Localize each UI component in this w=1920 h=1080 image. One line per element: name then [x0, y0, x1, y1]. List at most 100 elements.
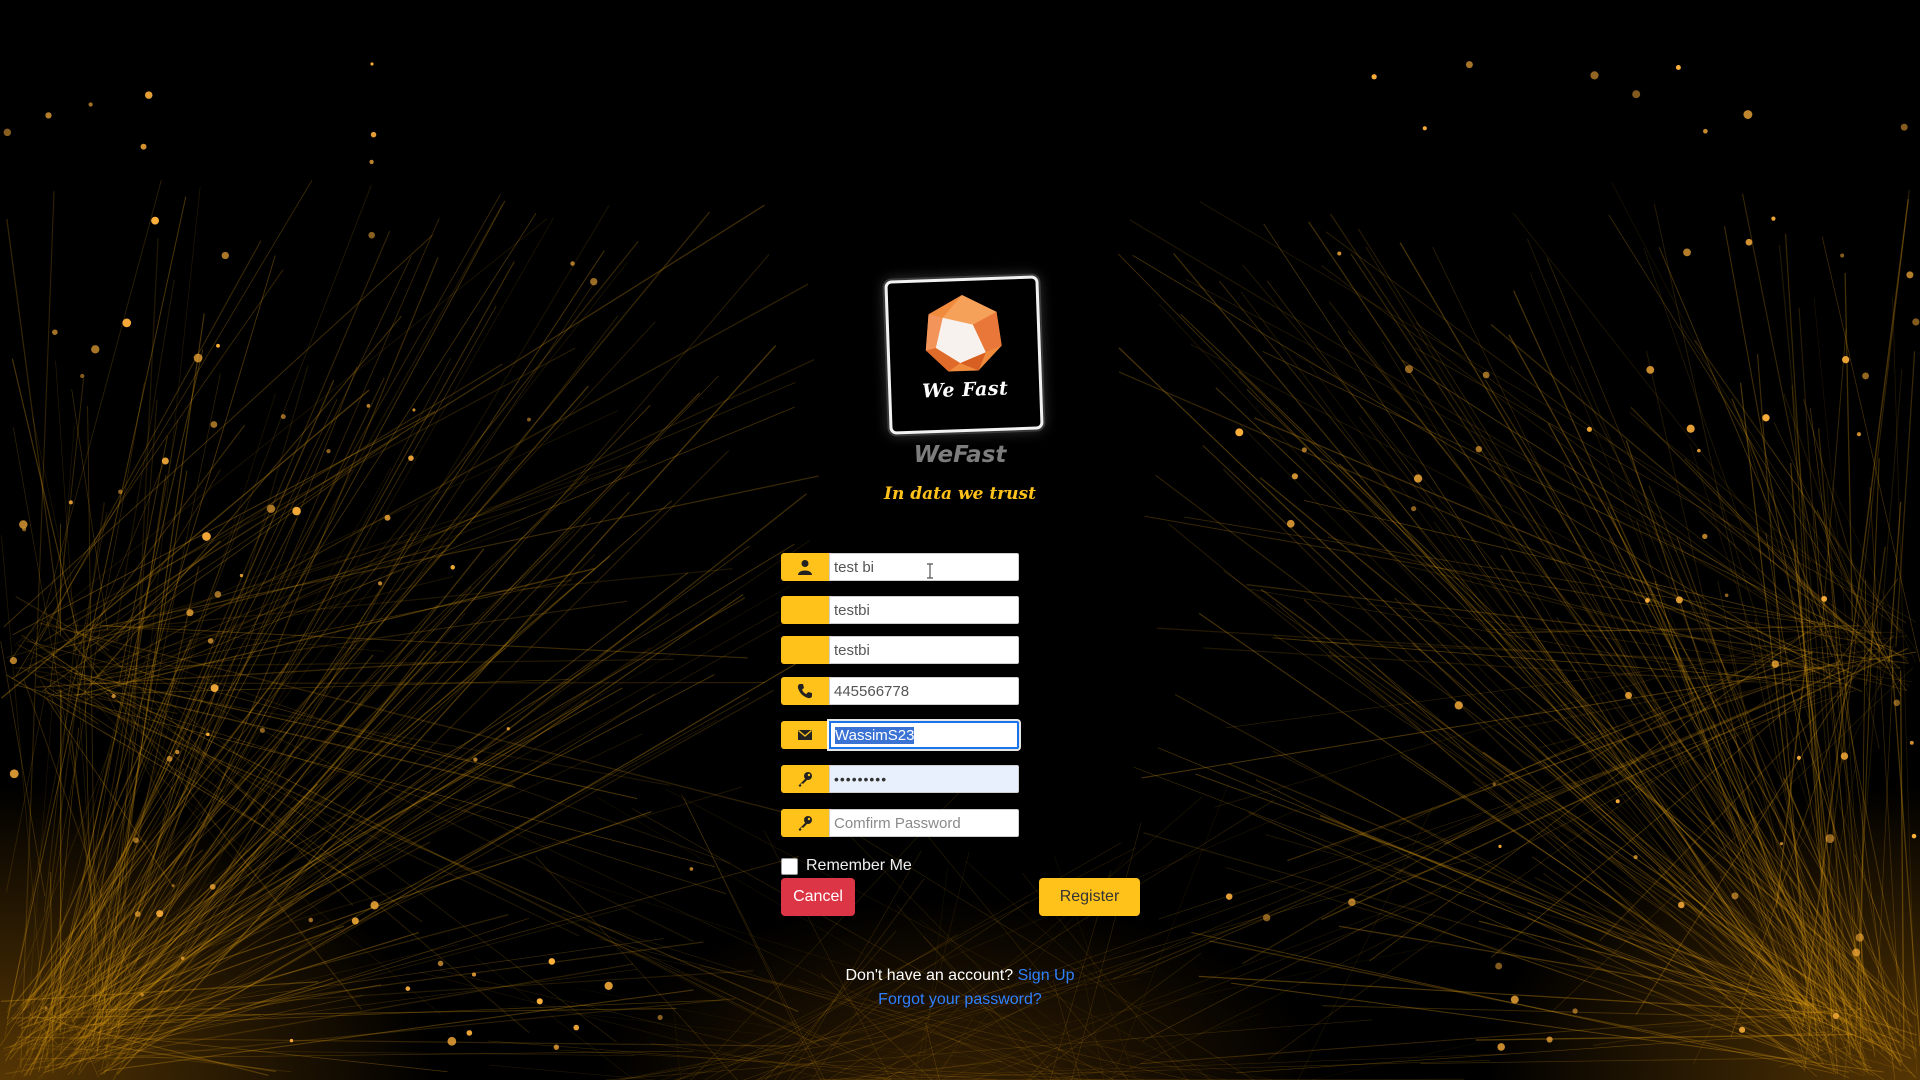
- last-name-input[interactable]: [829, 636, 1019, 664]
- background-line: [14, 218, 548, 646]
- background-dot: [378, 581, 383, 586]
- background-line: [11, 786, 743, 1007]
- background-dot: [1840, 752, 1849, 760]
- background-dot: [1510, 995, 1519, 1004]
- key-icon: [798, 772, 812, 787]
- background-dot: [506, 727, 510, 731]
- last-name-addon: [781, 636, 829, 664]
- background-dot: [1686, 424, 1695, 433]
- login-page: We Fast WeFast In data we trust test bi …: [0, 0, 1920, 1080]
- last-name-row: [781, 636, 1019, 664]
- background-dot: [1678, 901, 1685, 909]
- background-dot: [450, 565, 456, 570]
- background-dot: [1771, 660, 1779, 668]
- background-dot: [412, 408, 416, 412]
- background-dot: [1821, 595, 1828, 602]
- background-dot: [1590, 71, 1599, 80]
- phone-row: [781, 677, 1019, 705]
- background-dot: [1683, 248, 1691, 257]
- confirm-password-row: [781, 809, 1019, 837]
- register-button[interactable]: Register: [1039, 878, 1140, 916]
- background-line: [827, 812, 1090, 1080]
- background-dot: [80, 373, 85, 379]
- background-line: [935, 1018, 973, 1080]
- background-line: [18, 261, 628, 1037]
- password-input-value: •••••••••: [834, 771, 888, 787]
- background-dot: [1702, 533, 1708, 540]
- background-dot: [573, 1024, 580, 1031]
- remember-me[interactable]: Remember Me: [781, 856, 912, 876]
- background-line: [46, 255, 276, 1020]
- background-dot: [1731, 892, 1739, 900]
- background-dot: [1337, 251, 1342, 256]
- background-dot: [45, 112, 52, 119]
- forgot-password-link[interactable]: Forgot your password?: [878, 991, 1042, 1008]
- full-name-input[interactable]: [829, 553, 1019, 581]
- background-dot: [9, 656, 18, 665]
- background-dot: [1498, 844, 1502, 848]
- background-dot: [166, 755, 173, 762]
- background-line: [1490, 323, 1901, 670]
- background-dot: [151, 216, 160, 225]
- background-dot: [370, 131, 377, 138]
- background-dot: [118, 489, 123, 495]
- background-dot: [1840, 253, 1845, 258]
- background-dot: [180, 956, 185, 960]
- background-line: [1266, 280, 1821, 1022]
- background-dot: [1546, 1036, 1553, 1043]
- background-dot: [1348, 898, 1356, 906]
- key-icon: [798, 816, 812, 831]
- background-dot: [214, 591, 222, 598]
- background-dot: [91, 345, 100, 354]
- background-line: [673, 998, 944, 1080]
- confirm-password-addon: [781, 809, 829, 837]
- sign-up-link[interactable]: Sign Up: [1018, 967, 1075, 984]
- background-dot: [122, 318, 132, 328]
- background-line: [1311, 1041, 1483, 1080]
- background-line: [596, 796, 1078, 1080]
- background-dot: [259, 727, 266, 734]
- background-dot: [527, 417, 531, 422]
- name-addon: [781, 553, 829, 581]
- background-line: [90, 254, 770, 1047]
- remember-me-checkbox[interactable]: [781, 857, 798, 875]
- background-dot: [1675, 65, 1681, 70]
- background-dot: [368, 231, 375, 239]
- phone-addon: [781, 677, 829, 705]
- phone-icon: [797, 684, 812, 699]
- first-name-row: [781, 596, 1019, 624]
- background-dot: [1739, 1026, 1746, 1033]
- email-input[interactable]: WassimS23: [829, 721, 1019, 749]
- background-dot: [68, 500, 73, 505]
- background-dot: [171, 884, 175, 888]
- confirm-password-input[interactable]: [829, 809, 1019, 837]
- background-dot: [1862, 372, 1870, 380]
- background-line: [1684, 458, 1889, 670]
- cancel-button[interactable]: Cancel: [781, 878, 855, 916]
- background-line: [116, 279, 175, 626]
- background-dot: [405, 986, 411, 991]
- background-dot: [206, 732, 210, 737]
- background-dot: [1422, 126, 1427, 131]
- background-dot: [1906, 271, 1914, 279]
- background-dot: [1454, 701, 1463, 710]
- background-dot: [1909, 740, 1914, 745]
- background-dot: [140, 992, 144, 997]
- brand-title: WeFast: [913, 442, 1007, 468]
- phone-input[interactable]: [829, 677, 1019, 705]
- first-name-input[interactable]: [829, 596, 1019, 624]
- password-input[interactable]: •••••••••: [829, 765, 1019, 793]
- background-line: [29, 669, 671, 787]
- background-line: [1155, 474, 1886, 1024]
- background-dot: [161, 457, 169, 465]
- background-dot: [1912, 318, 1920, 326]
- background-dot: [210, 684, 219, 693]
- background-dot: [384, 514, 391, 521]
- background-dot: [1825, 834, 1835, 844]
- background-line: [1132, 254, 1842, 681]
- background-dot: [1411, 506, 1417, 512]
- background-dot: [1697, 448, 1701, 453]
- background-dot: [1572, 1008, 1578, 1014]
- background-dot: [1724, 593, 1729, 598]
- background-dot: [1291, 473, 1298, 480]
